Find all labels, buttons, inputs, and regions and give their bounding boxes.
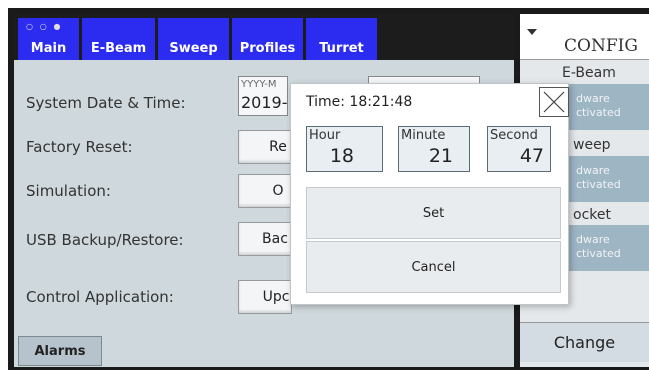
- hour-label: Hour: [309, 128, 341, 143]
- tab-turret[interactable]: Turret: [306, 18, 378, 60]
- tab-profiles[interactable]: Profiles: [232, 18, 304, 60]
- minute-label: Minute: [401, 128, 446, 143]
- factory-reset-button[interactable]: Re: [238, 130, 292, 164]
- side-status-ebeam-line2: ctivated: [576, 106, 621, 119]
- control-app-button-label: Upc: [262, 289, 290, 305]
- side-status-ebeam-line1: dware: [576, 92, 610, 105]
- side-status-sweep-line2: ctivated: [576, 178, 621, 191]
- minute-field[interactable]: Minute 21: [398, 126, 470, 172]
- side-status-sweep-line1: dware: [576, 164, 610, 177]
- side-heading-ebeam: E-Beam: [562, 65, 616, 81]
- tab-main-label: Main: [30, 41, 67, 56]
- date-field[interactable]: YYYY-M 2019-: [238, 76, 288, 116]
- close-icon: [543, 91, 565, 113]
- alarms-button-label: Alarms: [34, 343, 86, 359]
- hour-value: 18: [329, 145, 354, 167]
- simulation-label: Simulation:: [26, 182, 111, 200]
- tab-sweep[interactable]: Sweep: [158, 18, 230, 60]
- tab-main[interactable]: ○ ○ ● Main: [18, 18, 80, 60]
- hour-field[interactable]: Hour 18: [306, 126, 383, 172]
- usb-backup-button-label: Bac: [262, 231, 288, 247]
- tab-ebeam-label: E-Beam: [90, 41, 147, 56]
- side-status-socket-line2: ctivated: [576, 247, 621, 260]
- set-button-label: Set: [422, 205, 445, 221]
- page-dots-icon: ○ ○ ●: [26, 22, 63, 31]
- cancel-button-label: Cancel: [411, 259, 456, 275]
- alarms-button[interactable]: Alarms: [18, 336, 102, 366]
- simulation-button-label: O: [272, 183, 284, 199]
- tab-sweep-label: Sweep: [169, 41, 218, 56]
- cancel-button[interactable]: Cancel: [306, 241, 561, 293]
- change-button[interactable]: Change: [520, 322, 649, 362]
- date-value: 2019-: [241, 93, 288, 112]
- control-app-label: Control Application:: [26, 288, 174, 306]
- side-heading-sweep: weep: [573, 137, 611, 153]
- date-time-label: System Date & Time:: [26, 94, 186, 112]
- second-field[interactable]: Second 47: [487, 126, 551, 172]
- dialog-title: Time: 18:21:48: [306, 94, 413, 110]
- tab-turret-label: Turret: [319, 41, 364, 56]
- control-app-button[interactable]: Upc: [238, 280, 292, 314]
- usb-backup-label: USB Backup/Restore:: [26, 231, 184, 249]
- side-status-socket-line1: dware: [576, 233, 610, 246]
- tab-profiles-label: Profiles: [239, 41, 296, 56]
- config-title: CONFIG: [564, 36, 638, 56]
- side-heading-socket: ocket: [573, 207, 611, 223]
- minute-value: 21: [428, 145, 453, 167]
- change-button-label: Change: [553, 333, 616, 352]
- touch-screen: ○ ○ ● Main E-Beam Sweep Profiles Turret …: [0, 0, 649, 370]
- set-button[interactable]: Set: [306, 187, 561, 239]
- caret-down-icon[interactable]: [526, 28, 538, 36]
- second-value: 47: [519, 145, 544, 167]
- factory-reset-button-label: Re: [269, 139, 287, 155]
- factory-reset-label: Factory Reset:: [26, 138, 133, 156]
- second-label: Second: [490, 128, 538, 143]
- date-placeholder: YYYY-M: [241, 79, 277, 90]
- usb-backup-button[interactable]: Bac: [238, 222, 292, 256]
- simulation-button[interactable]: O: [238, 174, 292, 208]
- tab-ebeam[interactable]: E-Beam: [82, 18, 156, 60]
- dialog-close-button[interactable]: [539, 87, 569, 117]
